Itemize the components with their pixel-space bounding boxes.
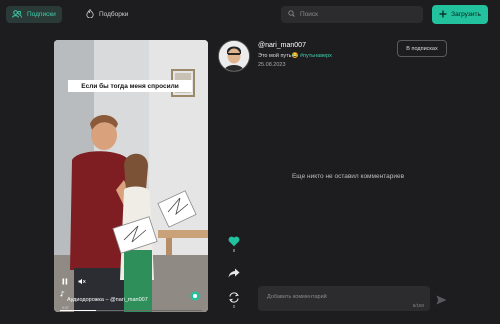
video-controls: Аудиодорожка – @nari_man007 0:07 <box>54 278 208 312</box>
comment-char-counter: 5/150 <box>412 303 424 308</box>
post-description-text: Это мой путь😂 <box>258 53 299 59</box>
upload-button[interactable]: Загрузить <box>432 5 488 24</box>
send-icon[interactable] <box>436 292 447 310</box>
username[interactable]: @nari_man007 <box>258 42 306 49</box>
search-placeholder: Поиск <box>300 11 319 18</box>
video-progress-fill <box>60 309 96 311</box>
tab-recommendations-label: Подборки <box>99 11 129 18</box>
subscriptions-icon <box>12 9 22 20</box>
hashtag-link[interactable]: #путьнаверх <box>300 53 332 59</box>
plus-icon <box>439 10 447 20</box>
tab-recommendations[interactable]: Подборки <box>80 6 140 23</box>
fire-icon <box>86 8 94 20</box>
repost-button[interactable]: 0 <box>224 292 244 309</box>
video-player[interactable]: Если бы тогда меня спросили Аудиодорожка… <box>54 40 208 312</box>
share-arrow-icon <box>228 268 240 279</box>
post-description: Это мой путь😂 #путьнаверх <box>258 53 332 59</box>
like-count: 8 <box>232 248 236 253</box>
video-caption: Если бы тогда меня спросили <box>68 80 192 92</box>
subscribed-button[interactable]: В подписках <box>397 40 447 57</box>
post-date: 25.08.2023 <box>258 62 286 68</box>
upload-button-label: Загрузить <box>451 11 481 18</box>
tab-subscriptions-label: Подписки <box>27 11 56 18</box>
comment-input[interactable] <box>265 291 409 303</box>
share-button[interactable] <box>224 268 244 279</box>
comment-field-container: 5/150 <box>258 286 430 311</box>
repost-count: 0 <box>232 304 236 309</box>
search-input[interactable]: Поиск <box>281 6 423 23</box>
search-icon <box>288 10 295 19</box>
music-note-icon <box>60 284 65 302</box>
top-bar: Подписки Подборки Поиск Загрузить <box>0 0 500 30</box>
channel-badge-icon <box>190 288 200 306</box>
video-progress-bar[interactable] <box>60 309 202 311</box>
like-button[interactable]: 8 <box>224 236 244 253</box>
mute-icon[interactable] <box>78 272 86 290</box>
tab-subscriptions[interactable]: Подписки <box>6 6 62 23</box>
empty-comments-message: Еще никто не оставил комментариев <box>291 173 405 180</box>
avatar[interactable] <box>218 40 250 72</box>
audio-track-label[interactable]: Аудиодорожка – @nari_man007 <box>67 297 148 303</box>
